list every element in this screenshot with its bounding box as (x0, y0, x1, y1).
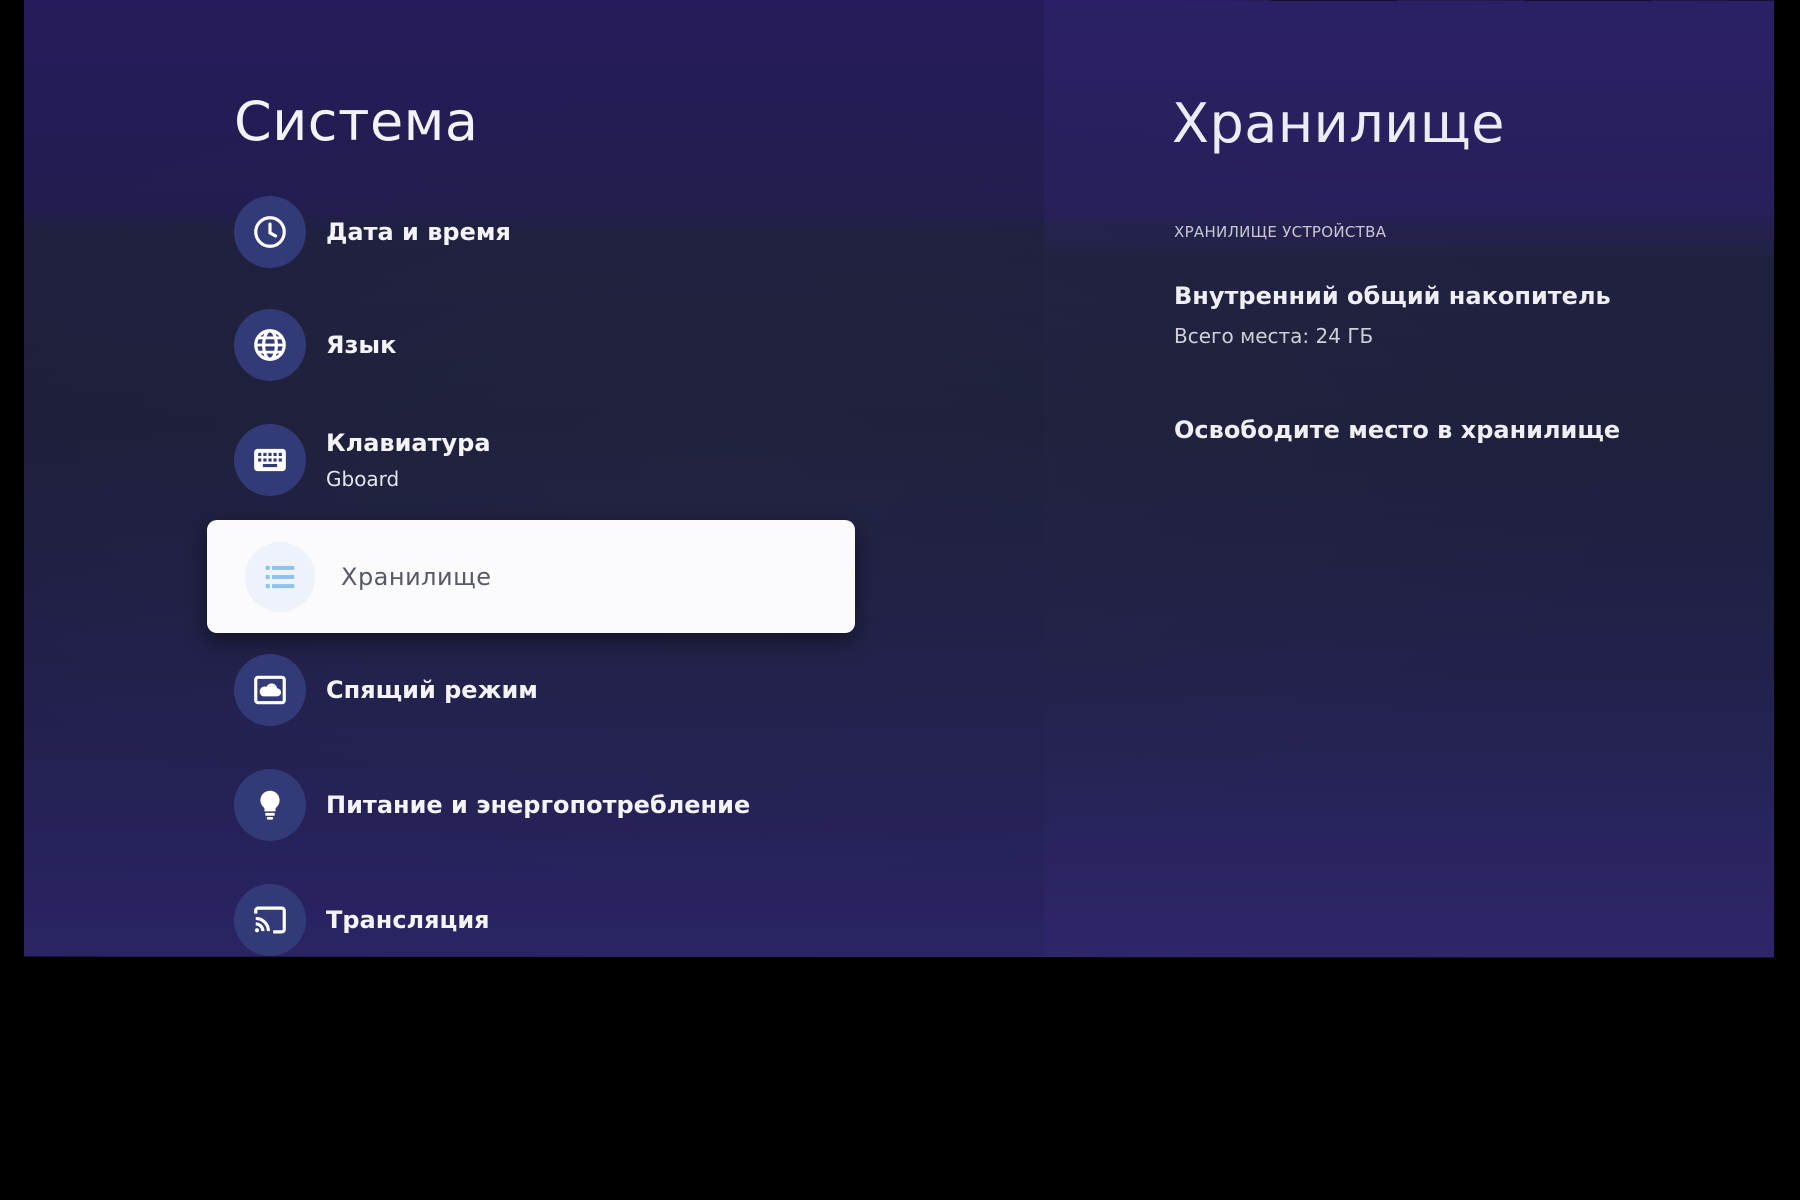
menu-item-label: Питание и энергопотребление (326, 791, 751, 819)
menu-item-label: Хранилище (341, 562, 492, 591)
cast-icon (234, 884, 306, 956)
globe-icon (234, 309, 306, 381)
storage-list-icon (245, 541, 315, 612)
menu-item-label: Дата и время (326, 218, 511, 246)
menu-item-label: Спящий режим (326, 676, 538, 704)
menu-item-storage[interactable]: Хранилище (207, 520, 855, 633)
internal-storage-item[interactable]: Внутренний общий накопитель (1174, 282, 1611, 310)
menu-item-cast[interactable]: Трансляция (234, 880, 834, 960)
menu-item-label: Клавиатура (326, 429, 491, 457)
detail-title: Хранилище (1172, 92, 1505, 155)
keyboard-icon (234, 424, 306, 496)
clock-icon (234, 196, 306, 268)
menu-item-date-time[interactable]: Дата и время (234, 192, 834, 272)
screensaver-icon (234, 654, 306, 726)
menu-item-power[interactable]: Питание и энергопотребление (234, 765, 834, 845)
menu-item-screensaver[interactable]: Спящий режим (234, 650, 834, 730)
section-header: ХРАНИЛИЩЕ УСТРОЙСТВА (1174, 223, 1387, 241)
menu-item-language[interactable]: Язык (234, 305, 834, 385)
menu-item-label: Язык (326, 331, 397, 359)
menu-item-sublabel: Gboard (326, 467, 400, 491)
storage-total-space: Всего места: 24 ГБ (1174, 324, 1374, 348)
page-title: Система (234, 90, 479, 153)
lightbulb-icon (234, 769, 306, 841)
menu-item-label: Трансляция (326, 906, 490, 934)
menu-item-keyboard[interactable]: Клавиатура Gboard (234, 420, 834, 500)
free-up-space-button[interactable]: Освободите место в хранилище (1174, 416, 1620, 444)
